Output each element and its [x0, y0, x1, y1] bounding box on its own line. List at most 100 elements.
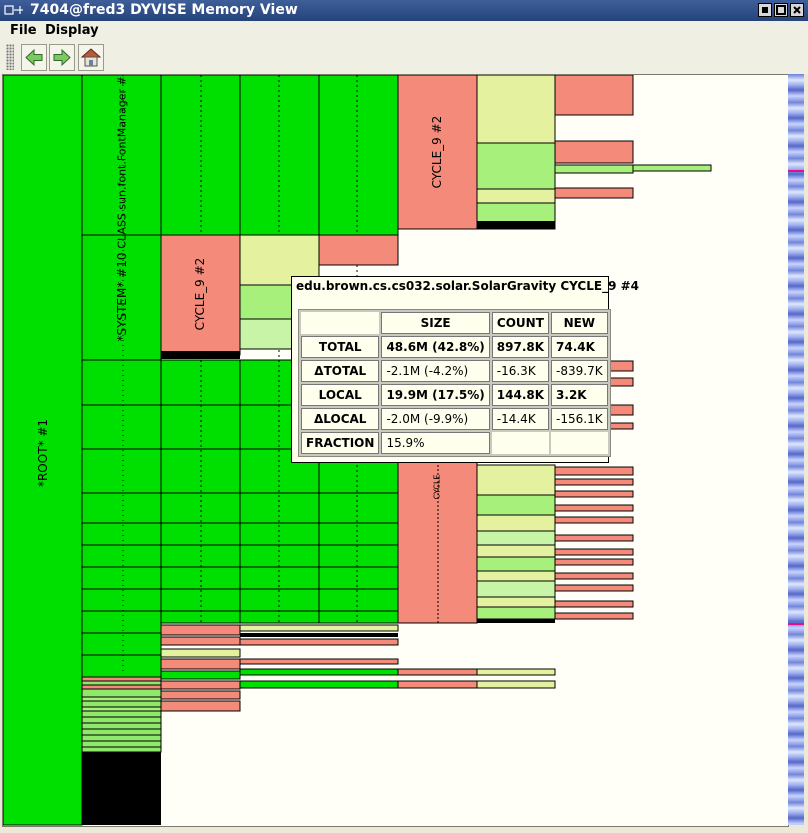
treemap-node[interactable]: [81, 632, 162, 656]
treemap-node[interactable]: [81, 522, 162, 546]
treemap-node[interactable]: [81, 676, 162, 682]
treemap-node[interactable]: [239, 624, 399, 632]
treemap-node[interactable]: [81, 696, 162, 702]
tooltip-title: edu.brown.cs.cs032.solar.SolarGravity CY…: [296, 279, 640, 293]
cell-new: -839.7K: [551, 360, 608, 382]
cycle-node-label: CYCLE_9 #2: [193, 257, 207, 331]
treemap-node[interactable]: [554, 504, 634, 512]
table-row: LOCAL 19.9M (17.5%) 144.8K 3.2K: [301, 384, 608, 406]
treemap-node[interactable]: [160, 670, 241, 680]
treemap-node[interactable]: [476, 580, 556, 598]
treemap-node[interactable]: [554, 600, 634, 608]
window-menu-icon[interactable]: [4, 4, 24, 16]
treemap-node[interactable]: [81, 448, 162, 494]
treemap-node-dense: [161, 351, 240, 359]
home-button[interactable]: [78, 44, 104, 71]
treemap-node[interactable]: [554, 490, 634, 498]
window-title: 7404@fred3 DYVISE Memory View: [30, 2, 298, 18]
treemap-node[interactable]: [476, 606, 556, 620]
toolbar: [0, 40, 808, 74]
treemap-node[interactable]: [239, 680, 399, 689]
treemap-node[interactable]: [318, 234, 399, 266]
treemap-node[interactable]: [554, 466, 634, 476]
empty-cell: [491, 432, 550, 454]
menu-display[interactable]: Display: [45, 23, 99, 38]
treemap-node[interactable]: [476, 596, 556, 608]
overview-scroll-strip[interactable]: [788, 74, 804, 825]
treemap-node[interactable]: [160, 680, 241, 690]
treemap-node-dense[interactable]: [82, 752, 161, 825]
treemap-node[interactable]: [81, 566, 162, 590]
treemap-node[interactable]: [239, 658, 399, 665]
minimize-button[interactable]: [758, 3, 772, 17]
class-font-node-label: CLASS sun.font.FontManager #6: [115, 74, 129, 249]
treemap-node[interactable]: [160, 636, 241, 646]
treemap-node[interactable]: [554, 187, 634, 199]
treemap-node[interactable]: [81, 588, 162, 612]
treemap-node[interactable]: [554, 75, 634, 116]
table-row: FRACTION 15.9%: [301, 432, 608, 454]
treemap-node[interactable]: [239, 638, 399, 646]
cell-size: 19.9M (17.5%): [381, 384, 490, 406]
treemap-node[interactable]: [476, 514, 556, 532]
forward-button[interactable]: [49, 44, 75, 71]
treemap-node[interactable]: [81, 404, 162, 450]
table-header-row: SIZE COUNT NEW: [301, 312, 608, 334]
toolbar-grip[interactable]: [6, 44, 14, 70]
treemap-node[interactable]: [160, 658, 241, 670]
treemap-node[interactable]: [81, 544, 162, 568]
system-node-label: *SYSTEM* #10: [115, 252, 129, 342]
treemap-node[interactable]: [476, 464, 556, 496]
treemap-node[interactable]: [81, 359, 162, 406]
menu-file[interactable]: File: [10, 23, 37, 38]
treemap-node[interactable]: [476, 494, 556, 516]
header-new: NEW: [551, 312, 608, 334]
treemap-node[interactable]: [81, 706, 162, 712]
treemap-node[interactable]: [160, 624, 241, 636]
treemap-node[interactable]: [632, 164, 712, 172]
treemap-node[interactable]: [554, 572, 634, 580]
treemap-node[interactable]: [397, 680, 478, 689]
treemap-node[interactable]: [476, 75, 556, 144]
treemap-node[interactable]: [554, 516, 634, 524]
treemap-node[interactable]: [554, 478, 634, 486]
treemap-node[interactable]: [554, 140, 634, 164]
cell-count: -16.3K: [491, 360, 550, 382]
table-corner: [301, 312, 380, 334]
back-arrow-icon: [25, 48, 43, 67]
treemap-node[interactable]: [239, 668, 399, 676]
treemap-node[interactable]: [160, 700, 241, 712]
cell-size: -2.0M (-9.9%): [381, 408, 490, 430]
treemap-node[interactable]: [81, 610, 162, 634]
menu-bar: File Display: [0, 21, 808, 41]
treemap-node[interactable]: [81, 492, 162, 524]
maximize-button[interactable]: [774, 3, 788, 17]
close-button[interactable]: [790, 3, 804, 17]
treemap-node[interactable]: [476, 570, 556, 582]
back-button[interactable]: [21, 44, 47, 71]
treemap-node[interactable]: [397, 668, 478, 676]
forward-arrow-icon: [53, 48, 71, 67]
treemap-node[interactable]: [554, 164, 634, 174]
treemap-node[interactable]: [476, 188, 556, 204]
treemap-node-dense: [240, 633, 398, 637]
treemap-node[interactable]: [476, 680, 556, 689]
treemap-node[interactable]: [476, 530, 556, 546]
treemap-node-dense: [477, 221, 555, 229]
treemap-node[interactable]: [81, 654, 162, 678]
cell-new: 74.4K: [551, 336, 608, 358]
treemap-node[interactable]: [81, 684, 162, 690]
treemap-node[interactable]: [318, 75, 399, 236]
treemap-node[interactable]: [160, 690, 241, 700]
cell-new: 3.2K: [551, 384, 608, 406]
treemap-node[interactable]: [476, 544, 556, 558]
treemap-node[interactable]: [554, 558, 634, 566]
treemap-node[interactable]: [554, 612, 634, 620]
treemap-node[interactable]: [476, 142, 556, 190]
treemap-node[interactable]: [476, 556, 556, 572]
treemap-node[interactable]: [476, 668, 556, 676]
treemap-node[interactable]: [554, 534, 634, 542]
treemap-node[interactable]: [554, 584, 634, 592]
treemap-node[interactable]: [160, 648, 241, 658]
treemap-node[interactable]: [554, 548, 634, 556]
